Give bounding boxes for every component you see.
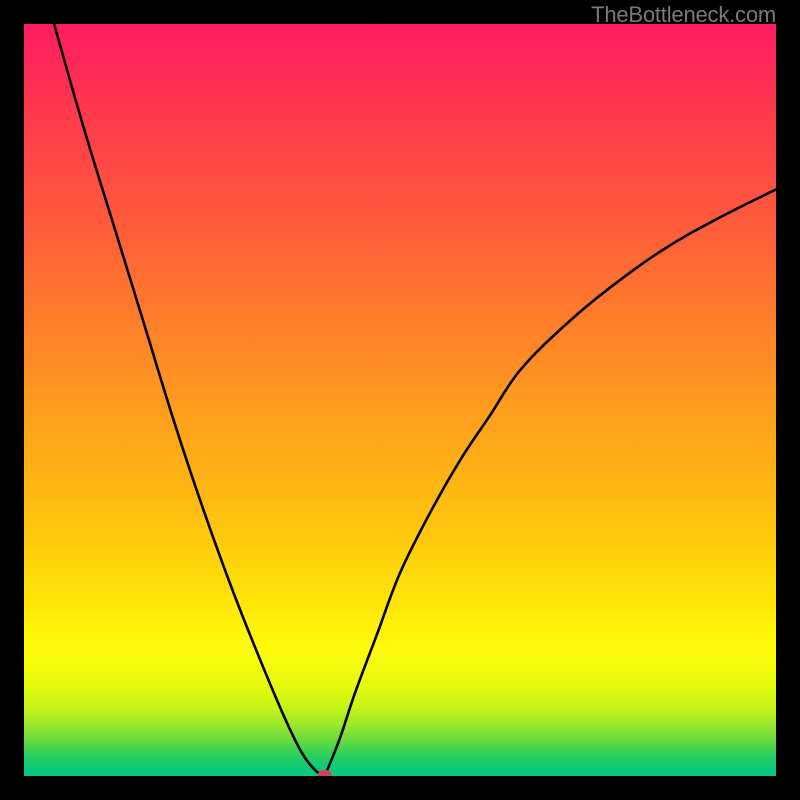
plot-area: [24, 24, 776, 776]
curve-right-branch: [325, 189, 776, 776]
curve-layer: [24, 24, 776, 776]
vertex-marker: [318, 770, 332, 776]
curve-left-branch: [54, 24, 325, 776]
chart-frame: TheBottleneck.com: [0, 0, 800, 800]
